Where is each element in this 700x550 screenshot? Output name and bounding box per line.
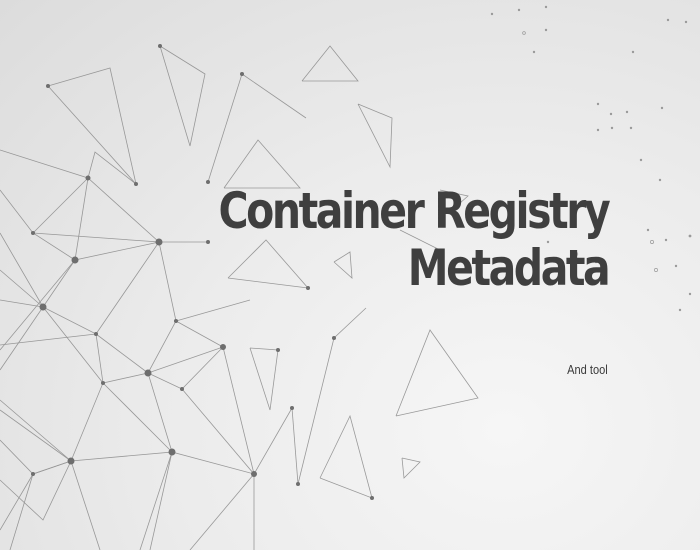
slide-title: Container Registry Metadata (218, 182, 611, 297)
network-mesh (0, 45, 479, 550)
slide-title-line-1: Container Registry (218, 182, 610, 240)
title-slide: Container Registry Metadata And tool (0, 0, 700, 550)
slide-title-line-2: Metadata (407, 239, 611, 297)
slide-subtitle: And tool (567, 362, 608, 377)
